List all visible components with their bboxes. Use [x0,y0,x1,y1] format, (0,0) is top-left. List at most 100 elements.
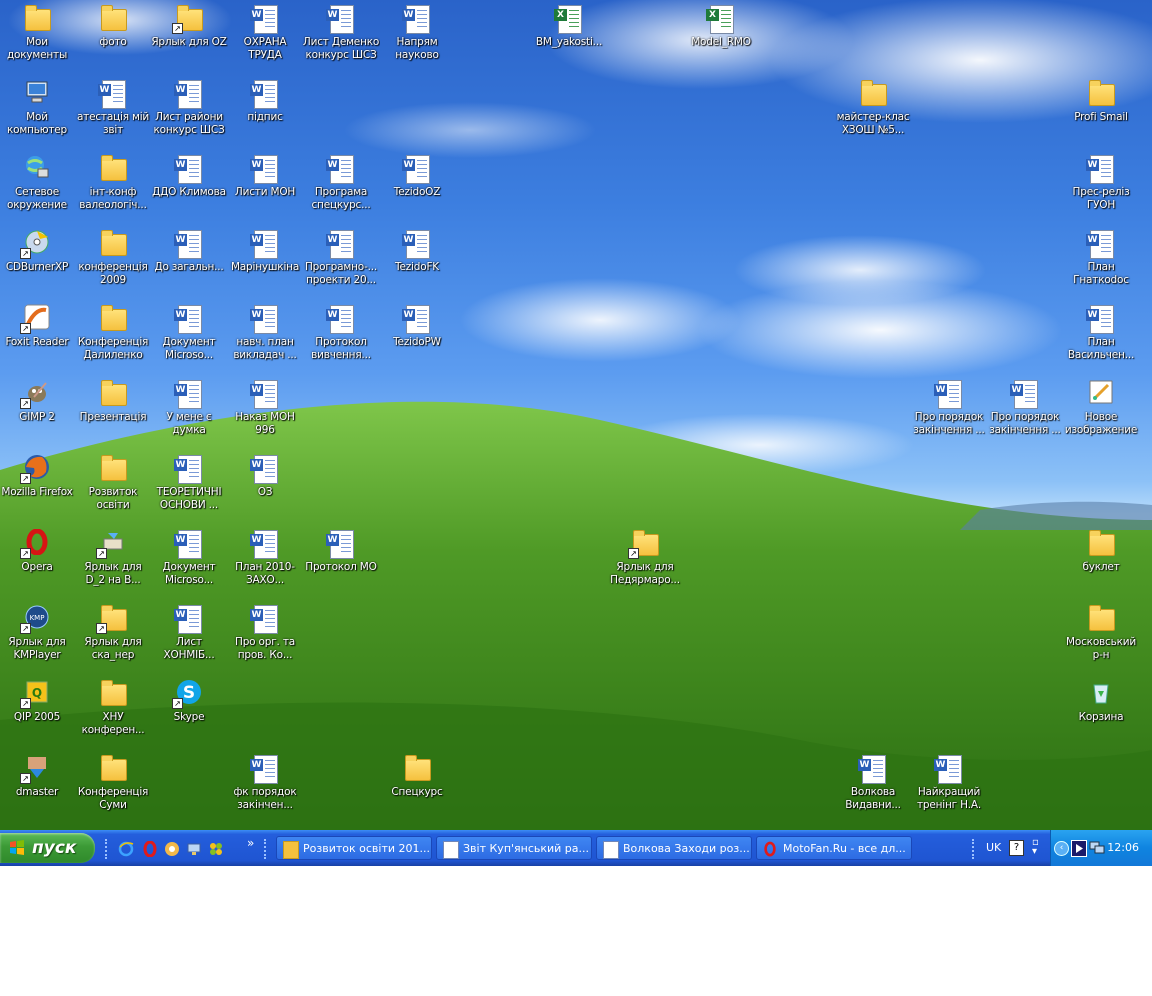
desktop-icon[interactable]: W Програмно-... проекти 20... [302,227,380,287]
word-icon [603,841,619,859]
desktop-icon[interactable]: ↗ Ярлык для Педярмаро... [606,527,684,587]
desktop-icon[interactable]: Конференція Суми [74,752,152,812]
desktop-icon-label: Програма спецкурс... [311,186,371,211]
toolbar-grip[interactable] [105,839,109,859]
start-button[interactable]: пуск [0,833,95,863]
shortcut-arrow-icon: ↗ [96,548,107,559]
desktop-icon[interactable]: W План Гнаткodoc [1062,227,1140,287]
desktop-icon[interactable]: W Волкова Видавни... [834,752,912,812]
desktop-icon[interactable]: конференція 2009 [74,227,152,287]
help-icon[interactable]: ? [1009,840,1024,856]
desktop-icon[interactable]: W План Васильчен... [1062,302,1140,362]
desktop-icon[interactable]: W Про орг. та пров. Ко... [226,602,304,662]
desktop-icon[interactable]: Новое изображение [1062,377,1140,437]
desktop-icon[interactable]: WУ мене є думка [150,377,228,437]
desktop-icon[interactable]: W Лист райони конкурс ШСЗ [150,77,228,137]
desktop-icon[interactable]: ↗ Ярлык для OZ [150,2,228,49]
desktop-icon[interactable]: Wпідпис [226,77,304,124]
desktop-icon-label: Новое изображение [1064,411,1138,436]
ie-icon[interactable] [118,841,134,857]
task-razvytok-osvity[interactable]: Розвиток освіти 201... [276,836,432,860]
desktop-icon[interactable]: Profi Smail [1062,77,1140,124]
desktop-icon[interactable]: W TezidoPW [378,302,456,349]
desktop-icon[interactable]: W TezidoOZ [378,152,456,199]
desktop-icon[interactable]: W Протокол вивчення... [302,302,380,362]
desktop-icon[interactable]: W Напрям науково [378,2,456,62]
icon-glyph: W [172,77,206,109]
desktop-icon[interactable]: ↗ GIMP 2 [0,377,76,424]
restore-icon[interactable]: ▫ ▾ [1032,838,1039,857]
desktop-icon[interactable]: Корзина [1062,677,1140,724]
desktop-icon[interactable]: X Model_RMO [682,2,760,49]
desktop-icon[interactable]: Wнавч. план викладач ... [226,302,304,362]
desktop-icon[interactable]: Wатестація мій звіт [74,77,152,137]
desktop-icon[interactable]: W Документ Microso... [150,302,228,362]
desktop-icon[interactable]: буклет [1062,527,1140,574]
language-indicator[interactable]: UK [986,841,1001,854]
desktop-icon[interactable]: W ОХРАНА ТРУДА [226,2,304,62]
desktop-icon[interactable]: W Марінушкіна [226,227,304,274]
desktop-icon[interactable]: KMP ↗ Ярлык для KMPlayer [0,602,76,662]
desktop-icon[interactable]: Мои документы [0,2,76,62]
desktop-icon[interactable]: W ДДО Климова [150,152,228,199]
desktop-icon[interactable]: Сетевое окружение [0,152,76,212]
network-icon[interactable] [186,841,202,857]
word-document-icon: W [934,380,962,409]
desktop-icon[interactable]: фото [74,2,152,49]
word-document-icon: W [98,80,126,109]
desktop-icon[interactable]: Розвиток освіти [74,452,152,512]
desktop-icon[interactable]: W Лист Деменко конкурс ШСЗ [302,2,380,62]
opera-icon[interactable] [142,841,158,857]
desktop-icon[interactable]: S ↗ Skype [150,677,228,724]
desktop-icon[interactable]: Спецкурс [378,752,456,799]
desktop-icon[interactable]: Q ↗ QIP 2005 [0,677,76,724]
desktop-icon[interactable]: ХНУ конферен... [74,677,152,737]
quick-launch-overflow[interactable]: » [247,836,254,850]
desktop-icon[interactable]: ↗ dmaster [0,752,76,799]
clock[interactable]: 12:06 [1107,841,1139,854]
toolbar-grip[interactable] [264,839,268,859]
desktop-icon[interactable]: ↗ Foxit Reader [0,302,76,349]
desktop-icon-label: Спецкурс [391,786,443,798]
desktop-icon[interactable]: W Протокол МО [302,527,380,574]
desktop-icon[interactable]: W План 2010-ЗАХО... [226,527,304,587]
desktop-icon[interactable]: ↗ Ярлык для ска_нер [74,602,152,662]
desktop-icon[interactable]: W ОЗ [226,452,304,499]
desktop-icon[interactable]: Московський р-н [1062,602,1140,662]
desktop-icon[interactable]: W Лист ХОНМІБ... [150,602,228,662]
chevron-left-icon[interactable]: ‹ [1054,841,1069,856]
desktop-icon[interactable]: ↗ CDBurnerXP [0,227,76,274]
desktop-icon-label: Найкращий тренінг Н.А. [916,786,982,811]
desktop-icon[interactable]: Презентація [74,377,152,424]
icon-glyph: W [324,2,358,34]
toolbar-grip[interactable] [972,839,976,859]
browser-icon[interactable] [164,841,180,857]
desktop-icon[interactable]: W ТЕОРЕТИЧНІ ОСНОВИ ... [150,452,228,512]
desktop-icon[interactable]: ↗ Ярлык для D_2 на В... [74,527,152,587]
desktop-icon[interactable]: W TezidoFK [378,227,456,274]
task-motofan[interactable]: MotoFan.Ru - все дл... [756,836,912,860]
desktop-icon[interactable]: X BM_yakosti... [530,2,608,49]
desktop-icon[interactable]: W Програма спецкурс... [302,152,380,212]
desktop-icon[interactable]: Конференція Далиленко [74,302,152,362]
desktop-icon[interactable]: Wфк порядок закінчен... [226,752,304,812]
desktop-icon-label: Наказ МОН 996 [235,411,295,436]
desktop-icon[interactable]: Мой компьютер [0,77,76,137]
desktop-icon[interactable]: ↗ Opera [0,527,76,574]
qip-icon[interactable] [208,841,224,857]
desktop-icon[interactable]: майстер-клас ХЗОШ №5... [834,77,912,137]
media-play-icon[interactable] [1071,840,1087,857]
task-zvit[interactable]: Звіт Куп'янський ра... [436,836,592,860]
desktop-icon[interactable]: W Документ Microso... [150,527,228,587]
task-volkova[interactable]: Волкова Заходи роз... [596,836,752,860]
desktop-icon[interactable]: W Про порядок закінчення ... [910,377,988,437]
desktop-icon[interactable]: W До загальн... [150,227,228,274]
desktop-icon[interactable]: інт-конф валеологіч... [74,152,152,212]
desktop-icon[interactable]: W Листи МОН [226,152,304,199]
network-connection-icon[interactable] [1089,840,1105,855]
desktop-icon[interactable]: W Про порядок закінчення ... [986,377,1064,437]
desktop-icon[interactable]: ↗ Mozilla Firefox [0,452,76,499]
desktop-icon[interactable]: W Прес-реліз ГУОН [1062,152,1140,212]
desktop-icon[interactable]: W Найкращий тренінг Н.А. [910,752,988,812]
desktop-icon[interactable]: W Наказ МОН 996 [226,377,304,437]
